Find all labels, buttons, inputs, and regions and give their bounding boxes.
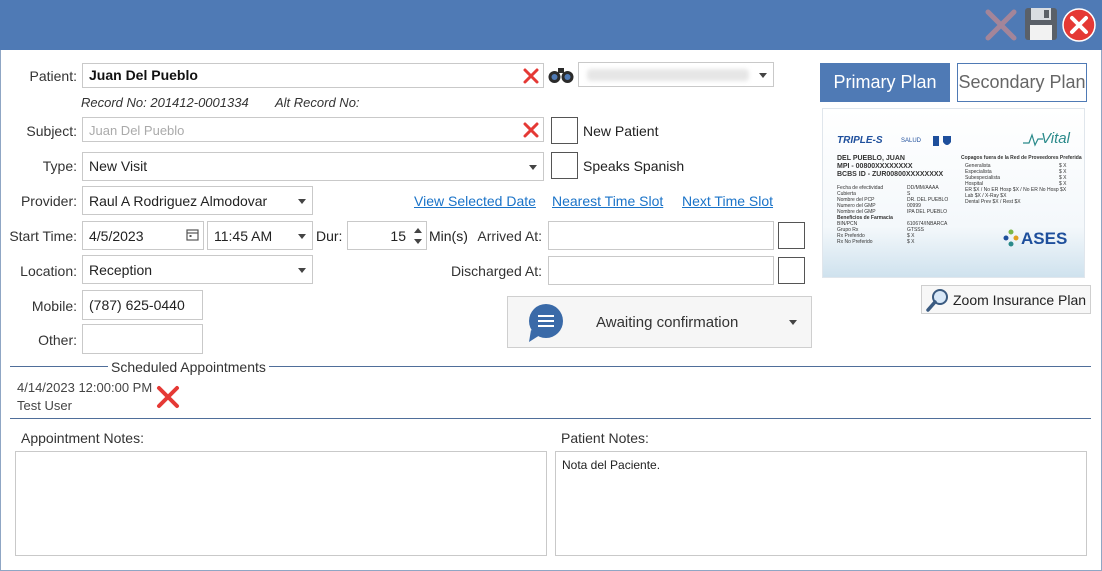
clear-patient-icon[interactable]: [522, 67, 540, 85]
disabled-delete-icon[interactable]: [984, 8, 1018, 42]
provider-value: Raul A Rodriguez Almodovar: [89, 193, 268, 209]
zoom-label: Zoom Insurance Plan: [953, 292, 1087, 308]
type-value: New Visit: [89, 158, 148, 174]
ases-logo-icon: [1003, 229, 1019, 247]
stepper-arrows-icon[interactable]: [414, 226, 422, 246]
appointment-notes-label: Appointment Notes:: [21, 430, 144, 446]
card-mpi: MPI - 00800XXXXXXXX: [837, 163, 913, 170]
title-bar: [0, 0, 1102, 50]
start-time-value: 11:45 AM: [214, 228, 273, 244]
provider-label: Provider:: [20, 193, 77, 209]
mobile-input[interactable]: (787) 625-0440: [82, 290, 203, 320]
mobile-label: Mobile:: [31, 298, 77, 314]
redacted-value: [587, 69, 749, 81]
close-icon[interactable]: [1062, 8, 1096, 42]
vital-pulse-icon: [1023, 133, 1043, 147]
speaks-spanish-label: Speaks Spanish: [583, 158, 685, 174]
appointment-status-dropdown[interactable]: Awaiting confirmation: [507, 296, 812, 348]
start-time-label: Start Time:: [9, 228, 77, 244]
patient-input[interactable]: Juan Del Pueblo: [82, 63, 544, 88]
alt-record-no: Alt Record No:: [275, 95, 360, 110]
card-right-row-label: Dental Prev $X / Rest $X: [965, 199, 1021, 205]
primary-plan-tab[interactable]: Primary Plan: [820, 63, 950, 102]
appointment-notes-textarea[interactable]: [15, 451, 547, 556]
status-label: Awaiting confirmation: [596, 314, 739, 331]
card-brand-sub: SALUD: [901, 138, 922, 144]
patient-selector-dropdown[interactable]: [578, 62, 774, 87]
card-ases-logo: ASES: [1021, 229, 1068, 248]
chevron-down-icon: [298, 234, 306, 239]
message-status-icon: [529, 304, 563, 342]
record-no: Record No: 201412-0001334: [81, 95, 249, 110]
card-right-title: Copagos fuera de la Red de Proveedores P…: [961, 155, 1082, 161]
patient-label: Patient:: [29, 68, 77, 84]
location-label: Location:: [20, 263, 77, 279]
new-patient-label: New Patient: [583, 123, 659, 139]
insurance-card-image: TRIPLE-S SALUD Vital DEL PUEBLO, JUAN MP…: [822, 108, 1085, 278]
speaks-spanish-checkbox[interactable]: [551, 152, 578, 179]
secondary-plan-tab[interactable]: Secondary Plan: [957, 63, 1087, 102]
scheduled-item-datetime: 4/14/2023 12:00:00 PM: [17, 380, 153, 395]
magnifier-icon: [926, 289, 948, 312]
discharged-at-input[interactable]: [548, 256, 774, 285]
arrived-checkbox[interactable]: [778, 222, 805, 249]
provider-dropdown[interactable]: Raul A Rodriguez Almodovar: [82, 186, 313, 215]
location-value: Reception: [89, 262, 153, 278]
duration-value: 15: [390, 228, 406, 244]
delete-appointment-icon[interactable]: [155, 384, 181, 410]
save-icon[interactable]: [1023, 6, 1059, 42]
duration-stepper[interactable]: 15: [347, 221, 427, 250]
location-dropdown[interactable]: Reception: [82, 255, 313, 284]
patient-notes-textarea[interactable]: Nota del Paciente.: [555, 451, 1087, 556]
chevron-down-icon: [789, 320, 797, 325]
card-vital-logo: Vital: [1041, 130, 1070, 147]
chevron-down-icon: [298, 268, 306, 273]
dur-label: Dur:: [316, 228, 343, 244]
clear-subject-icon[interactable]: [522, 121, 540, 139]
card-left-row-value: $ X: [907, 239, 915, 245]
subject-input[interactable]: Juan Del Pueblo: [82, 117, 544, 142]
card-bcbs-id: BCBS ID - ZUR00800XXXXXXXX: [837, 171, 944, 178]
discharged-checkbox[interactable]: [778, 257, 805, 284]
start-time-dropdown[interactable]: 11:45 AM: [207, 221, 313, 250]
card-left-row-value: IPA DEL PUEBLO: [907, 209, 948, 215]
discharged-label: Discharged At:: [450, 263, 542, 279]
calendar-icon[interactable]: [186, 228, 199, 241]
nearest-time-slot-link[interactable]: Nearest Time Slot: [552, 193, 663, 209]
next-time-slot-link[interactable]: Next Time Slot: [682, 193, 773, 209]
start-date-value: 4/5/2023: [89, 228, 144, 244]
chevron-down-icon: [759, 73, 767, 78]
arrived-at-input[interactable]: [548, 221, 774, 250]
subject-label: Subject:: [26, 123, 77, 139]
view-selected-date-link[interactable]: View Selected Date: [414, 193, 536, 209]
binoculars-icon[interactable]: [548, 65, 574, 85]
card-left-row-value: DD/MM/AAAA: [907, 185, 939, 191]
zoom-insurance-plan-button[interactable]: Zoom Insurance Plan: [921, 285, 1091, 314]
card-member-name: DEL PUEBLO, JUAN: [837, 155, 905, 162]
card-brand: TRIPLE-S: [837, 135, 883, 146]
start-date-input[interactable]: 4/5/2023: [82, 221, 204, 250]
type-dropdown[interactable]: New Visit: [82, 152, 544, 181]
type-label: Type:: [42, 158, 77, 174]
other-input[interactable]: [82, 324, 203, 354]
arrived-label: Arrived At:: [477, 228, 542, 244]
scheduled-item-user: Test User: [17, 398, 72, 413]
scheduled-appointments-title: Scheduled Appointments: [108, 359, 269, 375]
chevron-down-icon: [298, 199, 306, 204]
patient-notes-label: Patient Notes:: [561, 430, 649, 446]
chevron-down-icon: [529, 165, 537, 170]
other-label: Other:: [38, 332, 77, 348]
bcbs-logo-icon: [933, 136, 951, 146]
card-left-row-label: Rx No Preferido: [837, 239, 873, 245]
new-patient-checkbox[interactable]: [551, 117, 578, 144]
divider: [10, 418, 1091, 419]
